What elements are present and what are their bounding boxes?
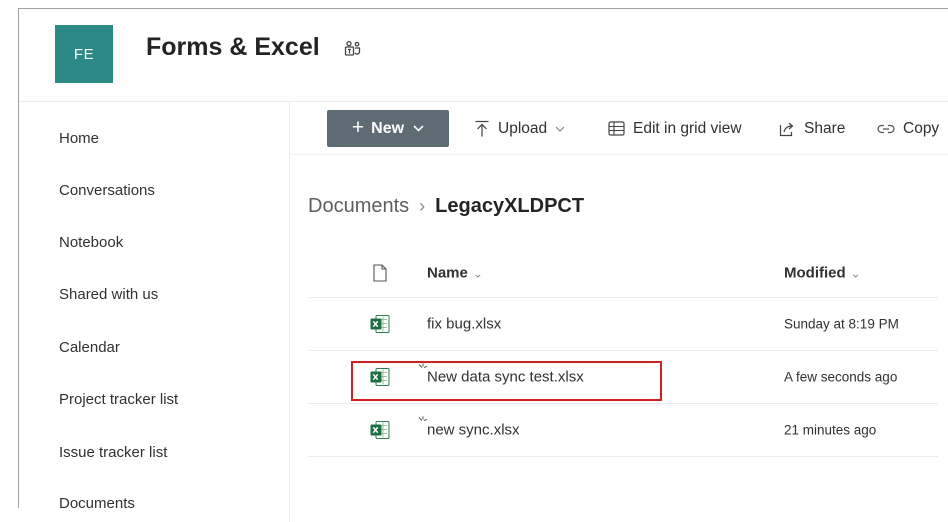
teams-icon[interactable] [344,40,362,58]
nav-item-issue-tracker-list[interactable]: Issue tracker list [59,444,167,461]
upload-button[interactable]: Upload [474,110,565,147]
file-name-cell: new sync.xlsx [418,416,520,439]
nav-item-calendar[interactable]: Calendar [59,339,120,356]
column-modified-label: Modified [784,264,846,282]
column-name-label: Name [427,264,468,282]
command-bar: + New Upload Edit in grid view Share Cop… [289,101,948,155]
file-name-wrap: new sync.xlsx [418,416,520,439]
excel-file-icon [370,315,390,333]
share-button[interactable]: Share [779,110,845,147]
edit-in-grid-view-label: Edit in grid view [633,119,742,137]
upload-icon [475,120,489,136]
file-list-header: Name ⌄ Modified ⌄ [308,249,938,298]
site-header: FE Forms & Excel [19,9,948,101]
edit-in-grid-view-button[interactable]: Edit in grid view [608,110,742,147]
share-label: Share [804,119,846,137]
chevron-down-icon [555,126,565,132]
chevron-down-icon [413,125,424,132]
column-header-modified[interactable]: Modified ⌄ [784,265,861,282]
new-file-sparkle-icon [418,416,428,421]
upload-label: Upload [498,119,548,137]
nav-item-documents[interactable]: Documents [59,495,135,512]
file-row[interactable]: new sync.xlsx 21 minutes ago [308,404,938,457]
site-title[interactable]: Forms & Excel [146,33,320,62]
file-name-wrap: New data sync test.xlsx [418,363,584,386]
breadcrumb-documents[interactable]: Documents [308,195,409,218]
left-navigation: Home Conversations Notebook Shared with … [19,101,290,522]
breadcrumb: Documents › LegacyXLDPCT [308,195,584,218]
file-row[interactable]: New data sync test.xlsx A few seconds ag… [308,351,938,404]
file-modified: 21 minutes ago [784,422,877,438]
chevron-down-icon: ⌄ [850,266,861,281]
copy-link-label: Copy [903,119,940,137]
nav-item-notebook[interactable]: Notebook [59,234,123,251]
file-name-cell: New data sync test.xlsx [418,363,584,386]
nav-item-project-tracker-list[interactable]: Project tracker list [59,391,178,408]
new-button[interactable]: + New [327,110,449,147]
nav-item-home[interactable]: Home [59,130,99,147]
file-row[interactable]: fix bug.xlsx Sunday at 8:19 PM [308,298,938,351]
column-header-name[interactable]: Name ⌄ [427,265,483,282]
nav-item-conversations[interactable]: Conversations [59,182,155,199]
file-modified: A few seconds ago [784,369,898,385]
excel-file-icon [370,421,390,439]
excel-file-icon [370,368,390,386]
file-name-link[interactable]: new sync.xlsx [427,422,520,439]
file-type-icon[interactable] [373,264,387,282]
file-list: Name ⌄ Modified ⌄ fix bug.xlsx Sunday at 8… [308,249,938,457]
copy-link-button[interactable]: Copy [877,110,939,147]
file-name-link[interactable]: New data sync test.xlsx [427,369,584,386]
plus-icon: + [351,116,365,139]
grid-icon [608,121,625,136]
new-file-sparkle-icon [418,363,428,368]
file-modified: Sunday at 8:19 PM [784,316,899,332]
nav-item-shared-with-us[interactable]: Shared with us [59,286,158,303]
share-icon [779,122,794,136]
breadcrumb-current-folder: LegacyXLDPCT [435,195,585,217]
new-button-label: New [371,119,405,137]
breadcrumb-chevron-icon: › [419,196,426,216]
chevron-down-icon: ⌄ [472,266,483,281]
link-icon [877,124,895,133]
site-logo[interactable]: FE [55,25,113,83]
file-name-link[interactable]: fix bug.xlsx [427,316,501,333]
